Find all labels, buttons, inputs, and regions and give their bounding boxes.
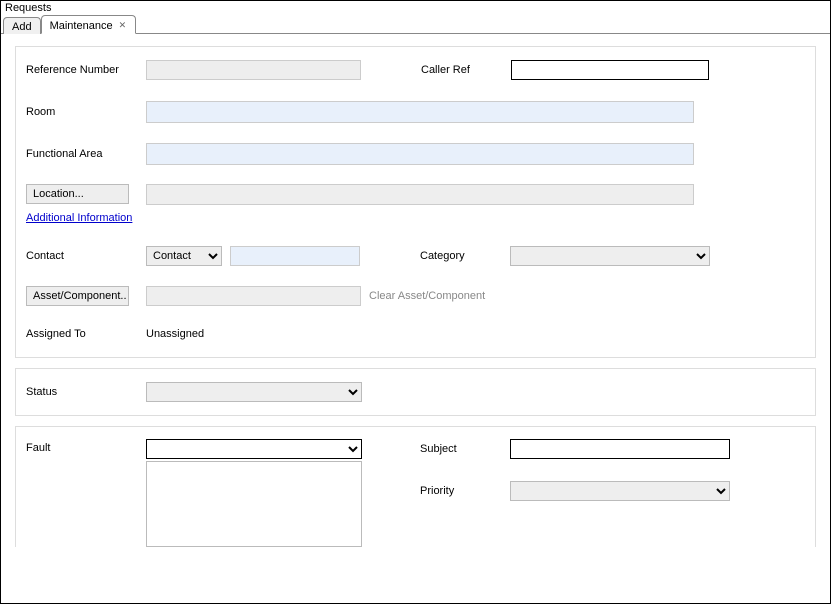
form-content: Reference Number Caller Ref Room Functio…: [1, 34, 830, 569]
details-panel: Reference Number Caller Ref Room Functio…: [15, 46, 816, 358]
reference-number-input[interactable]: [146, 60, 361, 80]
assigned-to-label: Assigned To: [26, 328, 146, 340]
subject-label: Subject: [420, 443, 510, 455]
tab-add-label: Add: [12, 21, 32, 33]
additional-info-link[interactable]: Additional Information: [26, 212, 132, 224]
caller-ref-input[interactable]: [511, 60, 709, 80]
tab-add[interactable]: Add: [3, 17, 41, 34]
contact-label: Contact: [26, 250, 146, 262]
caller-ref-label: Caller Ref: [421, 64, 511, 76]
window-title: Requests: [1, 1, 830, 14]
contact-type-select[interactable]: Contact: [146, 246, 222, 266]
status-label: Status: [26, 386, 146, 398]
priority-select[interactable]: [510, 481, 730, 501]
tab-maintenance-label: Maintenance: [50, 20, 113, 32]
fault-select[interactable]: [146, 439, 362, 459]
location-button[interactable]: Location...: [26, 184, 129, 204]
asset-component-button[interactable]: Asset/Component..: [26, 286, 129, 306]
asset-component-input[interactable]: [146, 286, 361, 306]
status-panel: Status: [15, 368, 816, 416]
priority-label: Priority: [420, 485, 510, 497]
tab-strip: Add Maintenance ✕: [1, 14, 830, 34]
close-icon[interactable]: ✕: [118, 20, 128, 31]
tab-maintenance[interactable]: Maintenance ✕: [41, 15, 137, 34]
reference-number-label: Reference Number: [26, 64, 146, 76]
fault-label: Fault: [26, 439, 146, 454]
category-select[interactable]: [510, 246, 710, 266]
requests-window: Requests Add Maintenance ✕ Reference Num…: [0, 0, 831, 604]
fault-description[interactable]: [146, 461, 362, 547]
assigned-to-value: Unassigned: [146, 328, 204, 340]
status-select[interactable]: [146, 382, 362, 402]
contact-input[interactable]: [230, 246, 360, 266]
location-input[interactable]: [146, 184, 694, 205]
subject-input[interactable]: [510, 439, 730, 459]
category-label: Category: [420, 250, 510, 262]
fault-panel: Fault Subject Priority: [15, 426, 816, 547]
room-input[interactable]: [146, 101, 694, 123]
room-label: Room: [26, 106, 146, 118]
functional-area-label: Functional Area: [26, 148, 146, 160]
functional-area-input[interactable]: [146, 143, 694, 165]
clear-asset-link[interactable]: Clear Asset/Component: [369, 290, 485, 302]
